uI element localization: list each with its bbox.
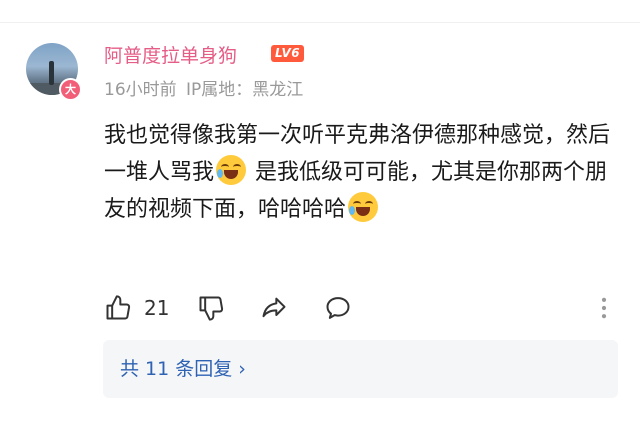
comment-text[interactable]: 我也觉得像我第一次听平克弗洛伊德那种感觉，然后一堆人骂我 是我低级可可能，尤其是… — [104, 117, 614, 228]
comment-meta: 16小时前 IP属地：黑龙江 — [104, 75, 303, 100]
comment-bubble-icon — [326, 297, 350, 319]
like-count: 21 — [144, 296, 170, 320]
share-icon — [262, 297, 286, 318]
laugh-cry-emoji — [216, 155, 247, 185]
avatar-figure — [49, 61, 54, 85]
comment-button[interactable] — [324, 292, 352, 324]
ip-location: IP属地：黑龙江 — [186, 80, 304, 100]
dislike-button[interactable] — [197, 292, 225, 324]
share-button[interactable] — [260, 292, 288, 324]
level-badge: LV6 — [271, 45, 305, 62]
like-button[interactable]: 21 — [104, 292, 169, 324]
top-divider — [0, 22, 640, 23]
laugh-cry-emoji — [348, 192, 379, 222]
replies-panel[interactable]: 共 11 条回复 › — [103, 340, 618, 398]
view-replies-link[interactable]: 共 11 条回复 › — [120, 340, 246, 398]
more-vertical-icon — [601, 297, 607, 319]
username[interactable]: 阿普度拉单身狗 — [104, 41, 237, 68]
vip-badge: 大 — [59, 78, 82, 101]
post-time: 16小时前 — [104, 80, 177, 100]
thumbs-up-icon — [106, 295, 131, 320]
thumbs-down-icon — [199, 296, 224, 321]
more-options-button[interactable] — [590, 292, 618, 324]
action-bar: 21 — [0, 292, 640, 324]
